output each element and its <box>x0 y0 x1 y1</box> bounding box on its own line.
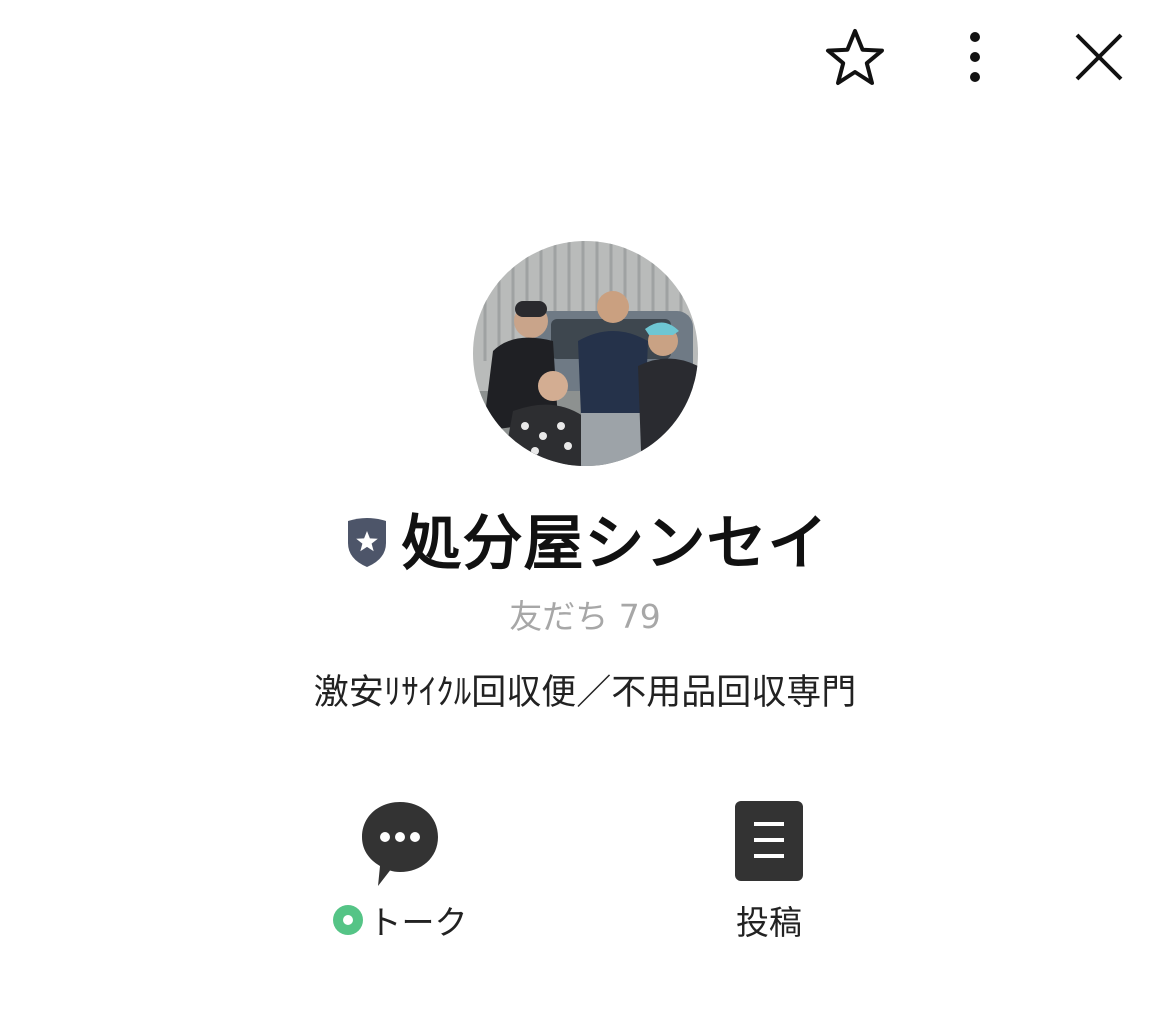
talk-button[interactable]: トーク <box>300 800 500 950</box>
posts-icon-wrap <box>669 800 869 890</box>
friends-count-value: 79 <box>618 597 661 636</box>
posts-label: 投稿 <box>736 903 802 942</box>
talk-label-row: トーク <box>300 898 500 942</box>
profile-name: 処分屋シンセイ <box>401 508 829 579</box>
posts-button[interactable]: 投稿 <box>669 800 869 950</box>
online-indicator-icon <box>332 905 363 935</box>
favorite-button[interactable] <box>820 22 890 92</box>
status-message: 激安ﾘｻｲｸﾙ回収便／不用品回収専門 <box>313 673 857 713</box>
talk-label: トーク <box>368 903 468 942</box>
close-button[interactable] <box>1064 22 1134 92</box>
friends-label: 友だち <box>509 597 609 636</box>
profile-name-row: 処分屋シンセイ <box>0 496 1170 580</box>
document-list-icon <box>735 801 803 881</box>
vertical-ellipsis-icon <box>970 32 980 82</box>
posts-label-row: 投稿 <box>669 898 869 942</box>
speech-bubble-icon <box>362 802 438 886</box>
friends-count: 友だち 79 <box>0 590 1170 638</box>
avatar-photo <box>473 241 698 466</box>
shield-star-badge-icon <box>347 518 386 567</box>
talk-icon-wrap <box>300 800 500 890</box>
profile-avatar[interactable] <box>473 241 698 466</box>
star-outline-icon <box>826 29 884 85</box>
more-options-button[interactable] <box>940 22 1010 92</box>
close-x-icon <box>1075 33 1123 81</box>
